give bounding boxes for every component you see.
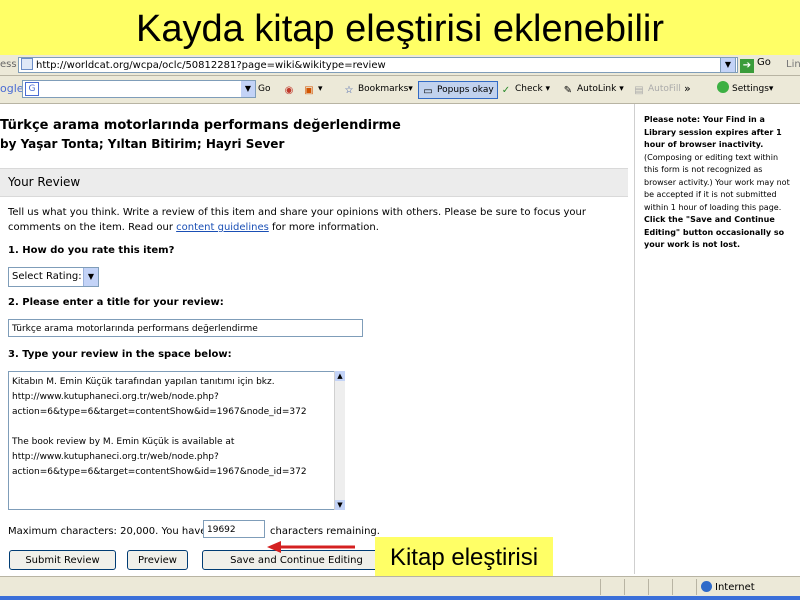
slide-title: Kayda kitap eleştirisi eklenebilir [0,0,800,55]
popups-button[interactable]: ▭ Popups okay [418,81,498,99]
rating-select[interactable]: Select Rating: ▼ [8,267,99,287]
autofill-icon: ▤ [634,85,644,96]
taskbar-edge [0,596,800,600]
go-button[interactable]: ➔ Go [740,57,771,73]
session-note-body: (Composing or editing text within this f… [644,152,790,212]
review-title-input[interactable]: Türkçe arama motorlarında performans değ… [8,319,363,337]
pointer-arrow [267,541,355,553]
spellcheck-button[interactable]: ✓ Check ▾ [500,81,550,97]
url-text: http://worldcat.org/wcpa/oclc/50812281?p… [36,60,386,71]
go-label: Go [757,57,771,68]
links-label[interactable]: Lin [786,59,800,70]
google-g-icon: G [25,82,39,96]
callout-label: Kitap eleştirisi [375,537,553,578]
security-zone: Internet [701,581,755,593]
rating-select-value: Select Rating: [12,271,82,282]
max-chars-text: Maximum characters: 20,000. You have [8,526,207,537]
session-note: Please note: Your Find in a Library sess… [644,114,794,252]
popup-blocker-icon: ▭ [423,86,433,97]
google-search-dropdown[interactable]: ▼ [241,81,255,97]
url-dropdown-button[interactable]: ▼ [720,57,736,73]
review-text-line: http://www.kutuphaneci.org.tr/web/node.p… [12,452,219,462]
address-bar: ess http://worldcat.org/wcpa/oclc/508122… [0,55,800,76]
google-logo: ogle [0,82,24,95]
review-textarea[interactable]: Kitabın M. Emin Küçük tarafından yapılan… [8,371,345,510]
textarea-scrollbar[interactable]: ▲ ▼ [334,371,345,510]
bookmarks-button[interactable]: ☆ Bookmarks▾ [343,81,413,97]
session-note-tip: Click the "Save and Continue Editing" bu… [644,215,785,249]
toolbar-overflow-button[interactable]: » [684,81,691,97]
review-section-header: Your Review [0,168,628,197]
autolink-button[interactable]: ✎ AutoLink ▾ [562,81,624,97]
chars-remaining-suffix: characters remaining. [270,526,380,537]
review-text-line: action=6&type=6&target=contentShow&id=19… [12,407,307,417]
rating-question: 1. How do you rate this item? [8,245,175,256]
star-icon: ☆ [344,85,354,96]
address-label: ess [0,59,17,70]
status-bar: Internet [0,576,800,597]
scroll-down-icon[interactable]: ▼ [335,500,345,510]
scroll-up-icon[interactable]: ▲ [335,371,345,381]
google-go-button[interactable]: Go [258,81,270,97]
review-text-line: The book review by M. Emin Küçük is avai… [12,437,235,447]
review-text-line: http://www.kutuphaneci.org.tr/web/node.p… [12,392,219,402]
book-authors: by Yaşar Tonta; Yıltan Bitirim; Hayri Se… [0,137,285,151]
session-note-panel: Please note: Your Find in a Library sess… [634,104,800,574]
globe-icon [701,581,712,592]
review-text-line: action=6&type=6&target=contentShow&id=19… [12,467,307,477]
review-intro: Tell us what you think. Write a review o… [8,207,587,233]
book-title: Türkçe arama motorlarında performans değ… [0,118,401,133]
session-note-warning: Please note: Your Find in a Library sess… [644,115,782,149]
chevron-down-icon: ▼ [83,268,98,286]
review-body-question: 3. Type your review in the space below: [8,349,232,360]
chars-remaining-field: 19692 [203,520,265,538]
submit-review-button[interactable]: Submit Review [9,550,116,570]
settings-button[interactable]: Settings▾ [717,81,773,97]
url-input[interactable]: http://worldcat.org/wcpa/oclc/50812281?p… [18,57,738,73]
preview-button[interactable]: Preview [127,550,188,570]
news-icon[interactable]: ▣ ▾ [303,81,322,97]
browser-toolbar: ogle G ▼ Go ◉ ▣ ▾ ☆ Bookmarks▾ ▭ Popups oka… [0,76,800,104]
page-icon [21,58,33,70]
review-form-page: Türkçe arama motorlarında performans değ… [0,104,634,578]
content-guidelines-link[interactable]: content guidelines [176,222,269,233]
autofill-button[interactable]: ▤ AutoFill [633,81,681,97]
pagerank-icon[interactable]: ◉ [283,81,298,97]
go-arrow-icon: ➔ [740,59,754,73]
google-search-input[interactable]: G ▼ [22,80,256,98]
settings-icon [717,81,729,93]
review-title-question: 2. Please enter a title for your review: [8,297,224,308]
review-text-line: Kitabın M. Emin Küçük tarafından yapılan… [12,377,275,387]
review-section-title: Your Review [8,175,81,189]
spellcheck-icon: ✓ [501,85,511,96]
wand-icon: ✎ [563,85,573,96]
